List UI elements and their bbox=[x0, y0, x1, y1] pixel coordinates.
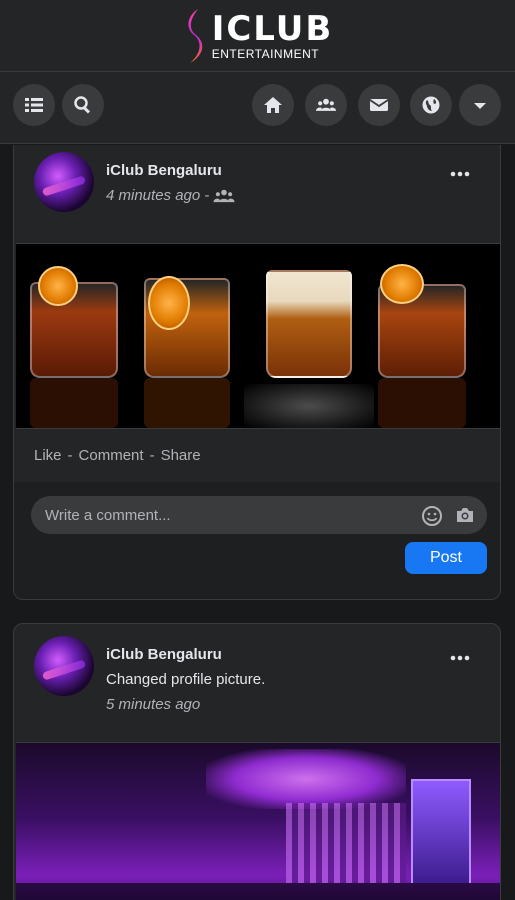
post-timestamp[interactable]: 4 minutes ago - bbox=[106, 187, 235, 204]
post-card: iClub Bengaluru Changed profile picture.… bbox=[13, 623, 501, 900]
post-time-text: 4 minutes ago bbox=[106, 187, 201, 204]
more-options-icon bbox=[450, 655, 470, 661]
glass-reflection bbox=[378, 378, 466, 428]
explore-button[interactable] bbox=[410, 84, 452, 126]
camera-icon[interactable] bbox=[455, 506, 475, 524]
home-button[interactable] bbox=[252, 84, 294, 126]
glass-reflection bbox=[30, 378, 118, 428]
app-header: ICLUB ENTERTAINMENT bbox=[0, 0, 515, 72]
comment-input[interactable]: Write a comment... bbox=[31, 496, 487, 534]
account-menu-button[interactable] bbox=[459, 84, 501, 126]
action-separator: - bbox=[149, 447, 155, 464]
post-timestamp[interactable]: 5 minutes ago bbox=[106, 696, 200, 713]
ceiling-light bbox=[206, 749, 406, 809]
time-separator: - bbox=[204, 187, 210, 204]
groups-button[interactable] bbox=[305, 84, 347, 126]
post-author[interactable]: iClub Bengaluru bbox=[106, 646, 222, 663]
post-card: iClub Bengaluru 4 minutes ago - Like - C… bbox=[13, 145, 501, 600]
news-feed[interactable]: iClub Bengaluru 4 minutes ago - Like - C… bbox=[0, 145, 515, 900]
post-time-text: 5 minutes ago bbox=[106, 696, 201, 713]
orange-slice bbox=[38, 266, 78, 306]
search-button[interactable] bbox=[62, 84, 104, 126]
post-status: Changed profile picture. bbox=[106, 671, 266, 688]
smoke-base bbox=[244, 384, 374, 428]
post-options-button[interactable] bbox=[450, 648, 470, 666]
avatar[interactable] bbox=[34, 152, 94, 212]
iclub-logo[interactable]: ICLUB ENTERTAINMENT bbox=[182, 7, 334, 65]
post-photo-club-interior[interactable] bbox=[16, 742, 500, 900]
like-link[interactable]: Like bbox=[34, 447, 62, 464]
logo-title: ICLUB bbox=[211, 8, 334, 49]
display-case bbox=[411, 779, 471, 889]
post-options-button[interactable] bbox=[450, 164, 470, 182]
cocktail-glass bbox=[266, 270, 352, 378]
groups-icon bbox=[316, 98, 336, 111]
post-comment-button[interactable]: Post bbox=[405, 542, 487, 574]
logo-mark-icon bbox=[188, 8, 202, 63]
orange-slice bbox=[380, 264, 424, 304]
search-icon bbox=[74, 96, 91, 114]
nav-bar bbox=[0, 72, 515, 144]
mail-icon bbox=[369, 99, 389, 111]
post-photo-cocktails[interactable] bbox=[16, 243, 500, 429]
comment-placeholder: Write a comment... bbox=[45, 506, 171, 524]
globe-icon bbox=[422, 96, 440, 114]
messages-button[interactable] bbox=[358, 84, 400, 126]
action-separator: - bbox=[67, 447, 73, 464]
menu-button[interactable] bbox=[13, 84, 55, 126]
post-actions: Like - Comment - Share bbox=[34, 447, 201, 464]
home-icon bbox=[264, 97, 282, 113]
orange-slice bbox=[148, 276, 190, 330]
logo-tagline: ENTERTAINMENT bbox=[211, 46, 320, 61]
comment-section: Write a comment... Post bbox=[14, 482, 500, 599]
share-link[interactable]: Share bbox=[161, 447, 201, 464]
menu-icon bbox=[25, 98, 43, 112]
friends-icon bbox=[213, 189, 235, 202]
more-options-icon bbox=[450, 171, 470, 177]
comment-link[interactable]: Comment bbox=[79, 447, 144, 464]
post-author[interactable]: iClub Bengaluru bbox=[106, 162, 222, 179]
emoji-icon[interactable] bbox=[421, 505, 443, 527]
floor-glow bbox=[16, 883, 500, 900]
caret-down-icon bbox=[474, 103, 486, 109]
avatar[interactable] bbox=[34, 636, 94, 696]
glass-reflection bbox=[144, 378, 230, 428]
